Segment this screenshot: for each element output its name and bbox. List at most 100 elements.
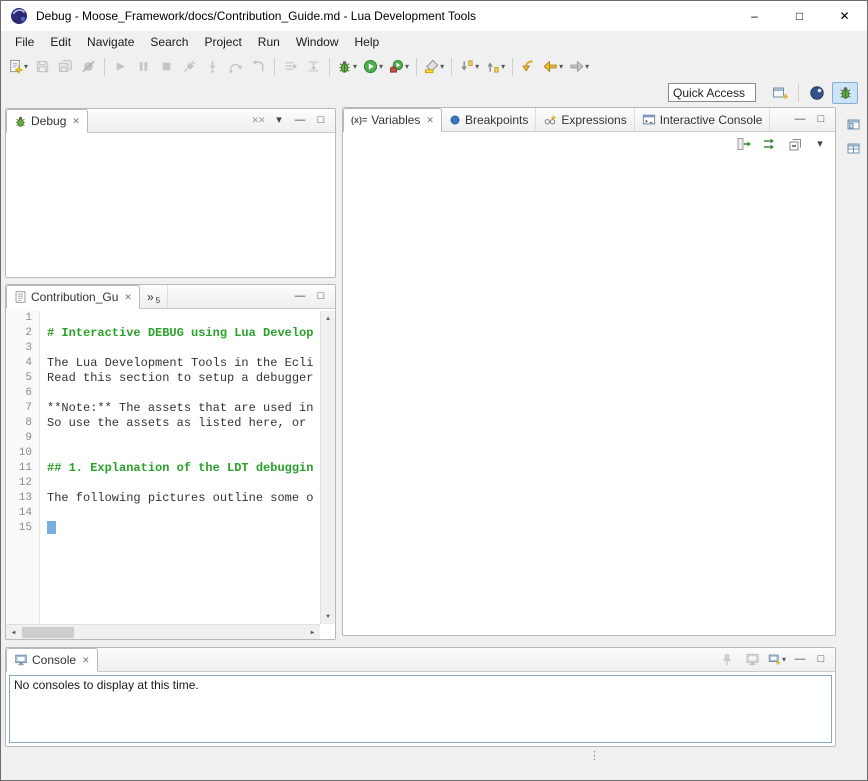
vertical-scrollbar[interactable]: ▲ ▼ (320, 311, 335, 624)
open-console-button[interactable]: ▾ (768, 651, 786, 669)
debug-perspective-button[interactable] (832, 82, 858, 104)
close-icon[interactable]: ✕ (82, 655, 90, 666)
menu-project[interactable]: Project (196, 32, 249, 52)
show-references-button[interactable] (761, 135, 779, 153)
menu-help[interactable]: Help (347, 32, 388, 52)
tab-overflow-chevron: » (147, 290, 154, 304)
previous-annotation-button[interactable]: ▾ (482, 55, 508, 79)
disconnect-button[interactable] (178, 55, 201, 79)
show-instruction-pointer-button[interactable] (279, 55, 302, 79)
maximize-view-icon[interactable]: □ (314, 289, 328, 305)
last-edit-location-button[interactable] (517, 55, 540, 79)
minimized-view-button-2[interactable] (843, 137, 865, 159)
toolbar-separator (274, 58, 275, 76)
tab-debug[interactable]: Debug ✕ (6, 109, 88, 133)
close-icon[interactable]: ✕ (124, 292, 132, 303)
tab-console[interactable]: Console ✕ (6, 648, 98, 672)
pin-console-button[interactable] (718, 651, 736, 669)
line-number: 11 (6, 461, 39, 476)
line-number: 4 (6, 356, 39, 371)
minimize-view-icon[interactable]: — (793, 112, 807, 128)
tab-variables[interactable]: (x)= Variables ✕ (343, 108, 442, 132)
line-text (39, 341, 47, 356)
quick-access-input[interactable]: Quick Access (668, 83, 756, 102)
next-annotation-button[interactable]: ▾ (456, 55, 482, 79)
code-line: 8So use the assets as listed here, or (6, 416, 320, 431)
window-controls: – □ ✕ (732, 1, 867, 31)
tab-label: Debug (31, 114, 66, 128)
back-button[interactable]: ▾ (540, 55, 566, 79)
scroll-up-icon[interactable]: ▲ (321, 311, 336, 326)
maximize-view-icon[interactable]: □ (814, 652, 828, 668)
menu-navigate[interactable]: Navigate (79, 32, 142, 52)
minimize-view-icon[interactable]: — (293, 289, 307, 305)
run-button[interactable]: ▾ (360, 55, 386, 79)
view-menu-icon[interactable]: ▾ (272, 113, 286, 129)
line-number: 15 (6, 521, 39, 536)
scroll-right-icon[interactable]: ▶ (305, 625, 320, 640)
minimize-view-icon[interactable]: — (293, 113, 307, 129)
console-message: No consoles to display at this time. (14, 678, 199, 692)
minimized-view-button-1[interactable] (843, 113, 865, 135)
use-step-filters-button[interactable] (302, 55, 325, 79)
line-number: 9 (6, 431, 39, 446)
terminate-button[interactable] (155, 55, 178, 79)
tab-label: Breakpoints (465, 113, 528, 127)
sash-grip[interactable]: ⋮ (589, 751, 600, 762)
line-number: 7 (6, 401, 39, 416)
minimize-view-icon[interactable]: — (793, 652, 807, 668)
scroll-left-icon[interactable]: ◀ (6, 625, 21, 640)
debug-button[interactable]: ▾ (334, 55, 360, 79)
mark-occurrences-button[interactable]: ▾ (421, 55, 447, 79)
step-over-button[interactable] (224, 55, 247, 79)
menu-search[interactable]: Search (142, 32, 196, 52)
remove-all-terminated-icon[interactable]: ✕✕ (251, 113, 265, 129)
new-button[interactable]: ▾ (5, 55, 31, 79)
minimize-button[interactable]: – (732, 1, 777, 31)
close-icon[interactable]: ✕ (426, 115, 434, 126)
menu-run[interactable]: Run (250, 32, 288, 52)
tab-expressions[interactable]: Expressions (536, 108, 634, 131)
open-perspective-button[interactable] (767, 82, 793, 104)
variables-body[interactable] (343, 156, 835, 635)
tab-interactive-console[interactable]: Interactive Console (635, 108, 771, 131)
debug-view-controls: ✕✕ ▾ — □ (251, 109, 335, 132)
menu-file[interactable]: File (7, 32, 42, 52)
toolbar-separator (416, 58, 417, 76)
suspend-button[interactable] (132, 55, 155, 79)
run-external-tools-button[interactable]: ▾ (386, 55, 412, 79)
debug-view-body[interactable] (6, 133, 335, 277)
display-selected-console-button[interactable] (743, 651, 761, 669)
console-body[interactable]: No consoles to display at this time. (9, 675, 832, 743)
scroll-down-icon[interactable]: ▼ (321, 609, 336, 624)
step-return-button[interactable] (247, 55, 270, 79)
collapse-all-button[interactable] (787, 135, 805, 153)
view-menu-icon[interactable]: ▾ (813, 136, 827, 152)
line-text (39, 476, 47, 491)
tab-breakpoints[interactable]: Breakpoints (442, 108, 536, 131)
chevron-down-icon: ▾ (24, 63, 28, 71)
tab-overflow-count: 5 (156, 296, 160, 308)
menu-window[interactable]: Window (288, 32, 347, 52)
step-into-button[interactable] (201, 55, 224, 79)
scrollbar-thumb[interactable] (22, 627, 74, 638)
maximize-button[interactable]: □ (777, 1, 822, 31)
close-button[interactable]: ✕ (822, 1, 867, 31)
maximize-view-icon[interactable]: □ (314, 113, 328, 129)
save-button[interactable] (31, 55, 54, 79)
close-icon[interactable]: ✕ (72, 116, 80, 127)
chevron-down-icon: ▾ (379, 63, 383, 71)
editor-tab-overflow[interactable]: »5 (140, 285, 168, 308)
maximize-view-icon[interactable]: □ (814, 112, 828, 128)
resume-button[interactable] (109, 55, 132, 79)
forward-button[interactable]: ▾ (566, 55, 592, 79)
lua-perspective-button[interactable] (804, 82, 830, 104)
show-logical-structure-button[interactable] (735, 135, 753, 153)
save-all-button[interactable] (54, 55, 77, 79)
code-area[interactable]: 1 2# Interactive DEBUG using Lua Develop… (6, 311, 320, 624)
tab-contribution-guide[interactable]: Contribution_Gu ✕ (6, 285, 140, 309)
menu-edit[interactable]: Edit (42, 32, 79, 52)
skip-all-breakpoints-button[interactable] (77, 55, 100, 79)
editor-tabbar: Contribution_Gu ✕ »5 — □ (6, 285, 335, 309)
horizontal-scrollbar[interactable]: ◀ ▶ (6, 624, 320, 639)
